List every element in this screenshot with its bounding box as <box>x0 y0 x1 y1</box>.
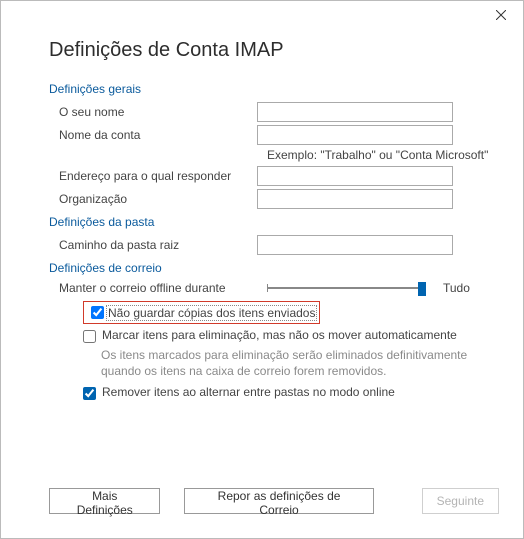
slider-track-line <box>267 287 425 289</box>
checkbox-remove-on-switch[interactable] <box>83 387 96 400</box>
label-remove-on-switch[interactable]: Remover itens ao alternar entre pastas n… <box>102 385 395 399</box>
imap-settings-dialog: Definições de Conta IMAP Definições gera… <box>0 0 524 539</box>
more-settings-button[interactable]: Mais Definições <box>49 488 160 514</box>
slider-keep-offline[interactable] <box>267 281 425 295</box>
highlight-dont-save-sent: Não guardar cópias dos itens enviados <box>83 301 320 324</box>
account-name-example: Exemplo: "Trabalho" ou "Conta Microsoft" <box>267 148 499 162</box>
input-reply-to[interactable] <box>257 166 453 186</box>
row-organization: Organização <box>49 189 499 209</box>
row-mark-for-deletion: Marcar itens para eliminação, mas não os… <box>83 328 499 343</box>
label-keep-offline: Manter o correio offline durante <box>49 281 267 295</box>
row-remove-on-switch: Remover itens ao alternar entre pastas n… <box>83 385 499 400</box>
checkbox-dont-save-sent[interactable] <box>91 306 104 319</box>
slider-tick-left <box>267 284 268 292</box>
label-mark-for-deletion[interactable]: Marcar itens para eliminação, mas não os… <box>102 328 457 342</box>
titlebar <box>1 1 523 33</box>
helper-mark-for-deletion: Os itens marcados para eliminação serão … <box>101 347 499 379</box>
label-your-name: O seu nome <box>49 105 257 119</box>
section-header-folder: Definições da pasta <box>49 215 499 229</box>
input-root-path[interactable] <box>257 235 453 255</box>
row-root-path: Caminho da pasta raiz <box>49 235 499 255</box>
input-organization[interactable] <box>257 189 453 209</box>
button-row: Mais Definições Repor as definições de C… <box>49 488 499 514</box>
input-account-name[interactable] <box>257 125 453 145</box>
dialog-title: Definições de Conta IMAP <box>49 39 523 62</box>
row-keep-offline: Manter o correio offline durante Tudo <box>49 281 499 295</box>
row-your-name: O seu nome <box>49 102 499 122</box>
row-account-name: Nome da conta <box>49 125 499 145</box>
slider-value-text: Tudo <box>443 281 470 295</box>
close-button[interactable] <box>479 1 523 29</box>
slider-thumb[interactable] <box>418 282 426 296</box>
label-reply-to: Endereço para o qual responder <box>49 169 257 183</box>
next-button: Seguinte <box>422 488 499 514</box>
label-account-name: Nome da conta <box>49 128 257 142</box>
section-header-general: Definições gerais <box>49 82 499 96</box>
label-dont-save-sent[interactable]: Não guardar cópias dos itens enviados <box>107 306 316 320</box>
row-reply-to: Endereço para o qual responder <box>49 166 499 186</box>
content-area: Definições gerais O seu nome Nome da con… <box>1 82 523 400</box>
label-organization: Organização <box>49 192 257 206</box>
input-your-name[interactable] <box>257 102 453 122</box>
section-header-mail: Definições de correio <box>49 261 499 275</box>
close-icon <box>496 10 506 20</box>
reset-mail-settings-button[interactable]: Repor as definições de Correio <box>184 488 373 514</box>
checkbox-mark-for-deletion[interactable] <box>83 330 96 343</box>
label-root-path: Caminho da pasta raiz <box>49 238 257 252</box>
